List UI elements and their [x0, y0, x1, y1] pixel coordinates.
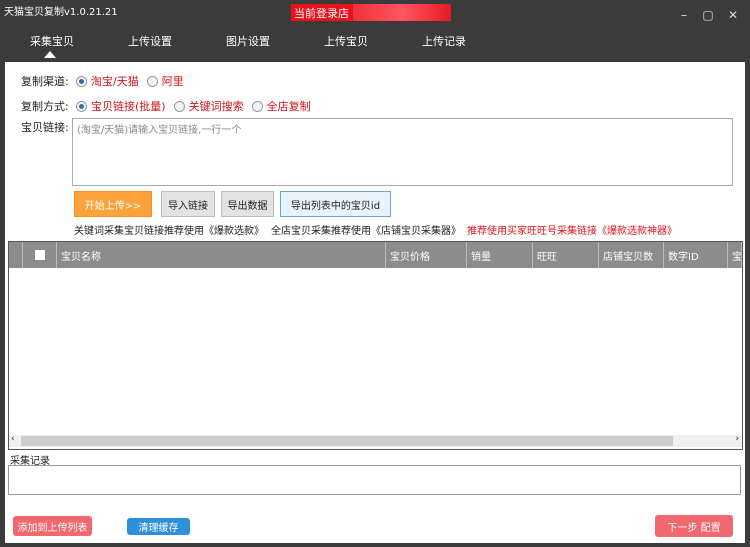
- tab-upload-records[interactable]: 上传记录: [422, 33, 466, 49]
- login-status: 当前登录店: [291, 4, 451, 21]
- radio-ali[interactable]: 阿里: [146, 73, 184, 89]
- radio-item-link[interactable]: 宝贝链接(批量): [76, 98, 166, 114]
- col-numeric-id[interactable]: 数字ID: [664, 242, 728, 268]
- tab-upload-settings[interactable]: 上传设置: [128, 33, 172, 49]
- start-upload-button[interactable]: 开始上传>>: [74, 191, 152, 217]
- col-truncated[interactable]: 宝: [728, 242, 742, 268]
- next-step-button[interactable]: 下一步 配置: [655, 515, 733, 537]
- table-header: 宝贝名称 宝贝价格 销量 旺旺 店铺宝贝数 数字ID 宝: [9, 242, 742, 268]
- clear-cache-button[interactable]: 清理缓存: [127, 518, 190, 535]
- scrollbar-thumb[interactable]: [21, 436, 673, 446]
- maximize-button[interactable]: ▢: [701, 8, 715, 22]
- redacted-shop-name: [353, 4, 451, 21]
- radio-label: 阿里: [161, 75, 184, 88]
- tab-image-settings[interactable]: 图片设置: [226, 33, 270, 49]
- tip-wangwang[interactable]: 推荐使用买家旺旺号采集链接《爆款选款神器》: [467, 222, 677, 237]
- radio-label: 淘宝/天猫: [91, 75, 139, 88]
- col-wangwang[interactable]: 旺旺: [533, 242, 599, 268]
- scroll-left-icon[interactable]: ‹: [11, 434, 15, 444]
- scroll-right-icon[interactable]: ›: [735, 434, 739, 444]
- radio-whole-shop[interactable]: 全店复制: [251, 98, 311, 114]
- channel-label: 复制渠道:: [21, 75, 69, 88]
- radio-label: 全店复制: [266, 100, 311, 113]
- col-sales[interactable]: 销量: [467, 242, 533, 268]
- select-all-checkbox[interactable]: [23, 242, 57, 268]
- horizontal-scrollbar[interactable]: ‹ ›: [9, 434, 742, 447]
- export-ids-button[interactable]: 导出列表中的宝贝id: [280, 191, 391, 217]
- radio-label: 宝贝链接(批量): [91, 100, 166, 113]
- radio-label: 关键词搜索: [188, 100, 244, 113]
- radio-taobao[interactable]: 淘宝/天猫: [76, 73, 139, 89]
- col-name[interactable]: 宝贝名称: [57, 242, 386, 268]
- tab-upload-items[interactable]: 上传宝贝: [324, 33, 368, 49]
- export-data-button[interactable]: 导出数据: [221, 191, 274, 217]
- minimize-button[interactable]: –: [677, 8, 691, 22]
- window-title: 天猫宝贝复制v1.0.21.21: [4, 7, 118, 18]
- row-header-col: [9, 242, 23, 268]
- col-price[interactable]: 宝贝价格: [386, 242, 467, 268]
- item-links-input[interactable]: (淘宝/天猫)请输入宝贝链接,一行一个: [72, 118, 733, 186]
- tip-keyword: 关键词采集宝贝链接推荐使用《爆款选款》: [74, 226, 264, 237]
- collect-log-box[interactable]: [8, 465, 741, 495]
- import-links-button[interactable]: 导入链接: [161, 191, 215, 217]
- links-label: 宝贝链接:: [21, 121, 69, 134]
- tab-collect[interactable]: 采集宝贝: [30, 33, 74, 49]
- add-to-upload-list-button[interactable]: 添加到上传列表: [13, 516, 92, 536]
- tip-shop: 全店宝贝采集推荐使用《店铺宝贝采集器》: [271, 226, 461, 237]
- active-tab-indicator: [44, 51, 56, 58]
- radio-keyword[interactable]: 关键词搜索: [173, 98, 244, 114]
- close-button[interactable]: ✕: [726, 8, 740, 22]
- method-label: 复制方式:: [21, 100, 69, 113]
- items-table: 宝贝名称 宝贝价格 销量 旺旺 店铺宝贝数 数字ID 宝 ‹ ›: [8, 241, 743, 450]
- login-label: 当前登录店: [294, 7, 349, 20]
- col-shop-item-count[interactable]: 店铺宝贝数: [599, 242, 664, 268]
